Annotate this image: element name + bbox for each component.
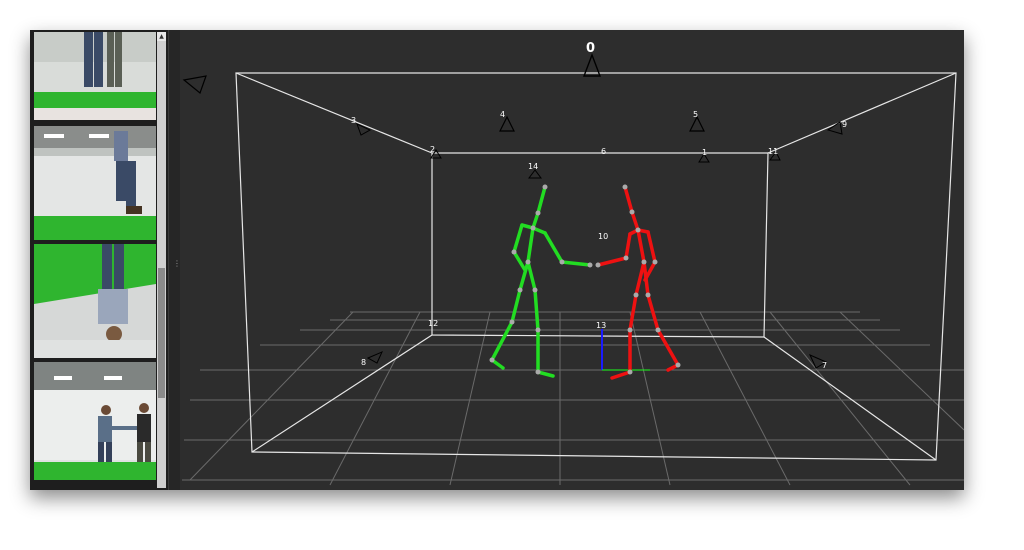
sidebar-scrollbar[interactable]: ▲ (157, 32, 166, 488)
camera-view-sidebar: ▲ (30, 30, 168, 490)
camera-label: 3 (351, 116, 356, 125)
camera-label: 1 (702, 148, 707, 157)
app-window: ▲ ⋮ 0 1 2 3 4 5 6 7 8 9 10 11 12 13 14 (30, 30, 964, 490)
camera-13[interactable]: 13 (596, 321, 606, 330)
scrollbar-thumb[interactable] (158, 268, 165, 398)
camera-thumbnail-upside-down[interactable] (34, 244, 156, 358)
camera-label: 9 (842, 120, 847, 129)
camera-label: 8 (361, 358, 366, 367)
camera-thumbnail-overhead-walk[interactable] (34, 126, 156, 240)
camera-label: 11 (768, 147, 778, 156)
camera-label: 5 (693, 110, 698, 119)
scroll-up-arrow-icon[interactable]: ▲ (157, 32, 166, 41)
camera-label: 13 (596, 321, 606, 330)
camera-label: 0 (586, 41, 595, 56)
camera-thumbnail-partial[interactable] (34, 484, 156, 490)
camera-label: 12 (428, 319, 438, 328)
camera-label: 10 (598, 232, 608, 241)
camera-label: 14 (528, 162, 538, 171)
camera-6[interactable]: 6 (601, 147, 606, 156)
camera-10[interactable]: 10 (598, 232, 608, 241)
camera-label: 6 (601, 147, 606, 156)
camera-label: 4 (500, 110, 505, 119)
camera-thumbnail-feet[interactable] (34, 32, 156, 120)
camera-label: 7 (822, 361, 827, 370)
3d-viewport[interactable]: 0 1 2 3 4 5 6 7 8 9 10 11 12 13 14 (180, 30, 964, 490)
camera-label: 2 (430, 145, 435, 154)
camera-thumbnail-handshake[interactable] (34, 362, 156, 480)
camera-12[interactable]: 12 (428, 319, 438, 328)
